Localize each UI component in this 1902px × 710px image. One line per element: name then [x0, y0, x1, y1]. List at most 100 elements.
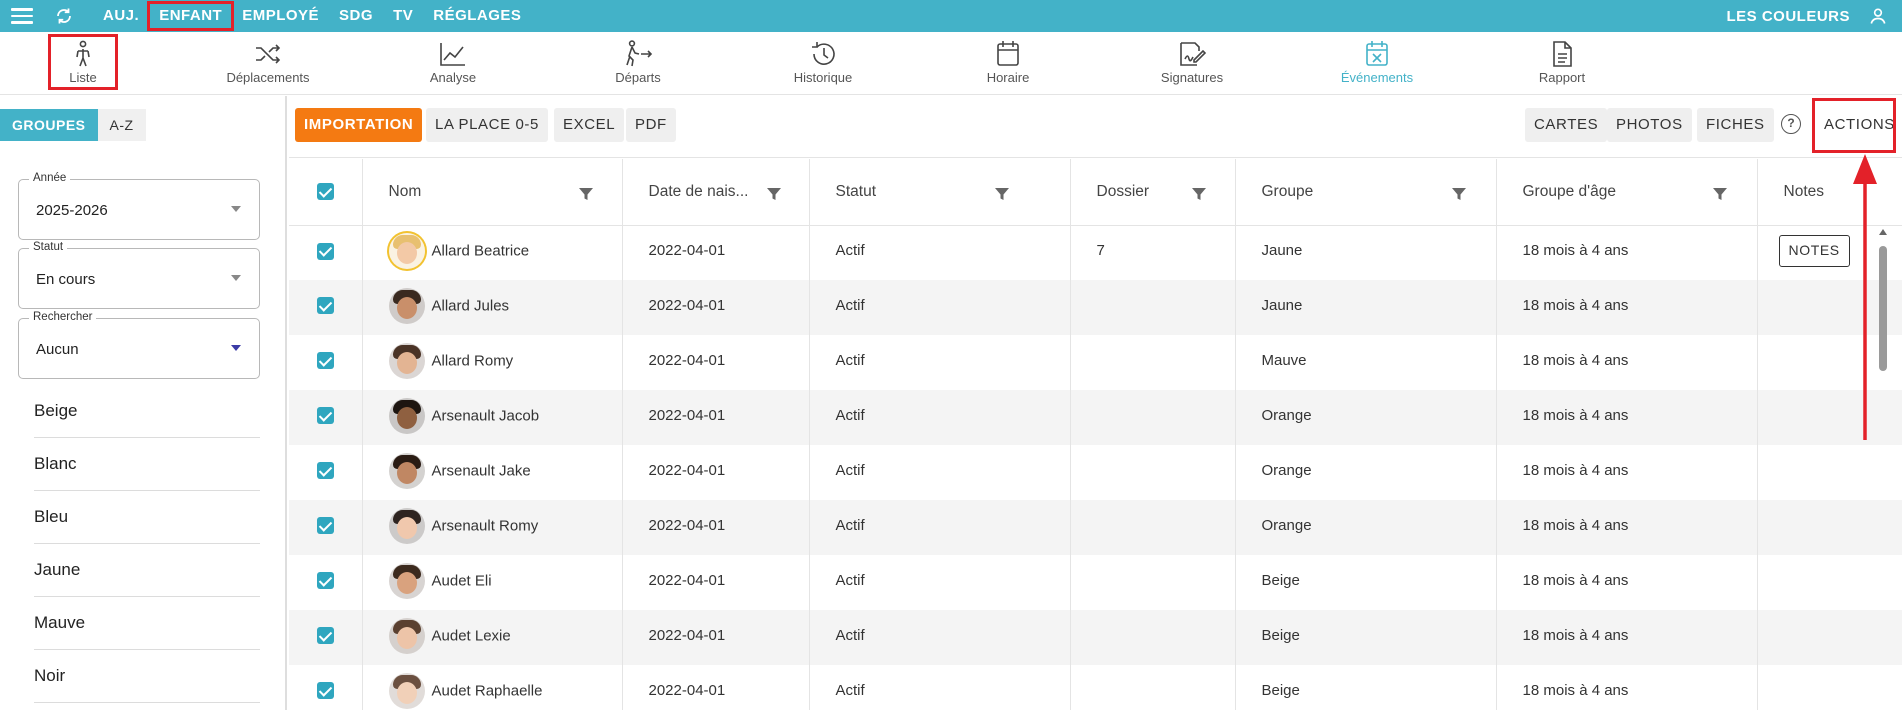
name-cell[interactable]: Audet Lexie — [362, 610, 623, 665]
nav-reglages[interactable]: RÉGLAGES — [423, 3, 531, 29]
row-checkbox[interactable] — [316, 462, 334, 480]
section-deplacements[interactable]: Déplacements — [198, 32, 338, 95]
row-checkbox[interactable] — [316, 517, 334, 535]
col-nom[interactable]: Nom — [362, 159, 623, 226]
dossier-cell — [1070, 665, 1236, 710]
nav-sdg[interactable]: SDG — [329, 3, 383, 29]
section-horaire[interactable]: Horaire — [938, 32, 1078, 95]
nav-tv[interactable]: TV — [383, 3, 423, 29]
name-cell[interactable]: Audet Raphaelle — [362, 665, 623, 710]
name-cell[interactable]: Allard Beatrice — [362, 225, 623, 280]
section-evenements[interactable]: Événements — [1307, 32, 1447, 95]
section-historique[interactable]: Historique — [753, 32, 893, 95]
filter-icon[interactable] — [766, 186, 782, 202]
organization-name[interactable]: LES COULEURS — [1726, 8, 1850, 25]
rechercher-select[interactable]: Rechercher Aucun — [18, 311, 260, 379]
calendar-icon — [997, 41, 1019, 66]
row-checkbox[interactable] — [316, 572, 334, 590]
status-cell: Actif — [809, 390, 1071, 445]
section-analyse[interactable]: Analyse — [383, 32, 523, 95]
table-row[interactable]: Arsenault Jake 2022-04-01 Actif Orange 18 mo… — [289, 445, 1902, 500]
row-checkbox[interactable] — [316, 682, 334, 700]
group-item-blanc[interactable]: Blanc — [34, 438, 260, 491]
la-place-button[interactable]: LA PLACE 0-5 — [426, 108, 548, 142]
child-name: Arsenault Jake — [431, 462, 531, 479]
avatar — [388, 507, 425, 544]
col-groupe[interactable]: Groupe — [1235, 159, 1497, 226]
table-row[interactable]: Allard Romy 2022-04-01 Actif Mauve 18 mois à… — [289, 335, 1902, 390]
toggle-a-z[interactable]: A-Z — [97, 109, 146, 141]
sidebar: GROUPES A-Z Année 2025-2026 Statut En co… — [0, 96, 287, 710]
cartes-button[interactable]: CARTES — [1525, 108, 1608, 142]
dossier-cell — [1070, 610, 1236, 665]
filter-icon[interactable] — [1191, 186, 1207, 202]
group-item-noir[interactable]: Noir — [34, 650, 260, 703]
row-checkbox[interactable] — [316, 352, 334, 370]
group-item-mauve[interactable]: Mauve — [34, 597, 260, 650]
excel-button[interactable]: EXCEL — [554, 108, 625, 142]
avatar — [388, 672, 425, 709]
section-liste[interactable]: Liste — [13, 32, 153, 95]
dob-cell: 2022-04-01 — [622, 610, 810, 665]
name-cell[interactable]: Audet Eli — [362, 555, 623, 610]
table-row[interactable]: Arsenault Jacob 2022-04-01 Actif Orange 18 m… — [289, 390, 1902, 445]
pdf-button[interactable]: PDF — [626, 108, 676, 142]
col-date[interactable]: Date de nais... — [622, 159, 810, 226]
user-icon[interactable] — [1868, 6, 1888, 26]
row-checkbox[interactable] — [316, 242, 334, 260]
table-row[interactable]: Allard Beatrice 2022-04-01 Actif 7 Jaune 18 m… — [289, 225, 1902, 280]
row-checkbox-cell — [289, 610, 363, 665]
row-checkbox[interactable] — [316, 407, 334, 425]
photos-button[interactable]: PHOTOS — [1607, 108, 1692, 142]
row-checkbox[interactable] — [316, 627, 334, 645]
table-row[interactable]: Arsenault Romy 2022-04-01 Actif Orange 18 mo… — [289, 500, 1902, 555]
help-icon[interactable]: ? — [1781, 114, 1801, 134]
statut-select[interactable]: Statut En cours — [18, 241, 260, 309]
dossier-cell — [1070, 280, 1236, 335]
name-cell[interactable]: Arsenault Jacob — [362, 390, 623, 445]
fiches-button[interactable]: FICHES — [1697, 108, 1774, 142]
row-checkbox-cell — [289, 280, 363, 335]
nav-enfant[interactable]: ENFANT — [147, 1, 235, 31]
table-row[interactable]: Audet Lexie 2022-04-01 Actif Beige 18 mois à… — [289, 610, 1902, 665]
col-statut[interactable]: Statut — [809, 159, 1071, 226]
filter-icon[interactable] — [1712, 186, 1728, 202]
section-departs[interactable]: Départs — [568, 32, 708, 95]
importation-button[interactable]: IMPORTATION — [295, 108, 423, 142]
col-groupe-age[interactable]: Groupe d'âge — [1496, 159, 1758, 226]
age-group-cell: 18 mois à 4 ans — [1496, 610, 1758, 665]
table-row[interactable]: Allard Jules 2022-04-01 Actif Jaune 18 mois … — [289, 280, 1902, 335]
group-item-jaune[interactable]: Jaune — [34, 544, 260, 597]
section-signatures[interactable]: Signatures — [1122, 32, 1262, 95]
row-checkbox[interactable] — [316, 297, 334, 315]
name-cell[interactable]: Allard Jules — [362, 280, 623, 335]
filter-icon[interactable] — [994, 186, 1010, 202]
caret-down-icon — [231, 345, 241, 351]
annee-select[interactable]: Année 2025-2026 — [18, 172, 260, 240]
group-item-beige[interactable]: Beige — [34, 385, 260, 438]
group-cell: Jaune — [1235, 225, 1497, 280]
child-name: Audet Eli — [431, 572, 492, 589]
group-cell: Orange — [1235, 445, 1497, 500]
filter-icon[interactable] — [578, 186, 594, 202]
row-checkbox-cell — [289, 390, 363, 445]
section-nav: Liste Déplacements Analyse Départs Histo… — [0, 32, 1902, 95]
toggle-groupes[interactable]: GROUPES — [0, 109, 98, 141]
table-row[interactable]: Audet Eli 2022-04-01 Actif Beige 18 mois à 4… — [289, 555, 1902, 610]
name-cell[interactable]: Arsenault Romy — [362, 500, 623, 555]
avatar — [388, 397, 425, 434]
col-dossier[interactable]: Dossier — [1070, 159, 1236, 226]
name-cell[interactable]: Arsenault Jake — [362, 445, 623, 500]
menu-icon[interactable] — [11, 8, 33, 24]
nav-employe[interactable]: EMPLOYÉ — [232, 3, 329, 29]
actions-button[interactable]: ACTIONS — [1815, 108, 1902, 142]
section-rapport[interactable]: Rapport — [1492, 32, 1632, 95]
nav-auj[interactable]: AUJ. — [93, 3, 149, 29]
group-item-bleu[interactable]: Bleu — [34, 491, 260, 544]
filter-icon[interactable] — [1451, 186, 1467, 202]
refresh-icon[interactable] — [55, 7, 73, 25]
name-cell[interactable]: Allard Romy — [362, 335, 623, 390]
table-row[interactable]: Audet Raphaelle 2022-04-01 Actif Beige 18 mo… — [289, 665, 1902, 710]
notes-button[interactable]: NOTES — [1778, 234, 1850, 267]
select-all-checkbox[interactable] — [316, 183, 334, 201]
